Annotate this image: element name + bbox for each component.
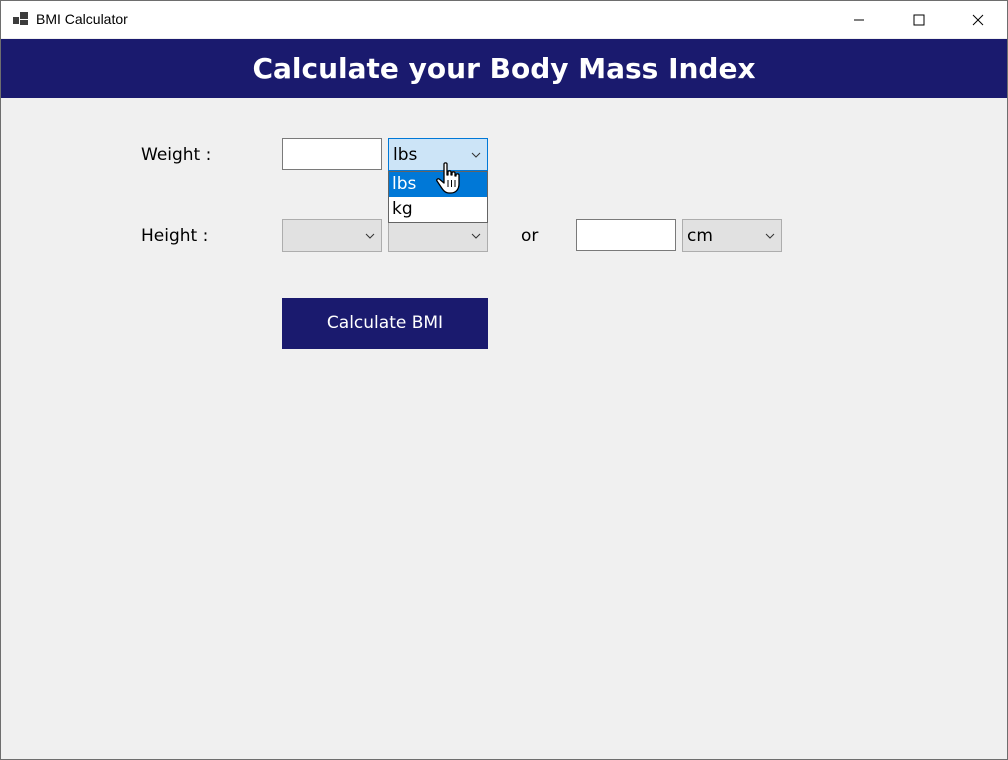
minimize-button[interactable] [836,1,882,38]
app-icon [13,12,29,26]
height-unit-value: cm [687,226,713,246]
height-inches-select[interactable] [388,219,488,252]
close-button[interactable] [955,1,1001,38]
weight-input[interactable] [282,138,382,170]
height-label: Height : [141,226,209,246]
hand-cursor-icon [436,162,460,194]
close-icon [972,14,984,26]
window-title: BMI Calculator [36,11,128,27]
maximize-icon [913,14,925,26]
height-cm-input[interactable] [576,219,676,251]
chevron-down-icon [471,233,481,239]
chevron-down-icon [765,233,775,239]
calculate-bmi-button[interactable]: Calculate BMI [282,298,488,349]
or-separator: or [521,226,539,246]
app-window: BMI Calculator Calculate your Body Mass … [0,0,1008,760]
header-banner: Calculate your Body Mass Index [1,39,1007,98]
maximize-button[interactable] [896,1,942,38]
dropdown-option-kg[interactable]: kg [389,197,487,222]
minimize-icon [854,19,864,21]
weight-unit-value: lbs [393,145,418,165]
height-feet-select[interactable] [282,219,382,252]
weight-label: Weight : [141,145,212,165]
page-title: Calculate your Body Mass Index [252,52,756,85]
height-unit-select[interactable]: cm [682,219,782,252]
title-bar: BMI Calculator [1,1,1007,38]
chevron-down-icon [471,152,481,158]
chevron-down-icon [365,233,375,239]
